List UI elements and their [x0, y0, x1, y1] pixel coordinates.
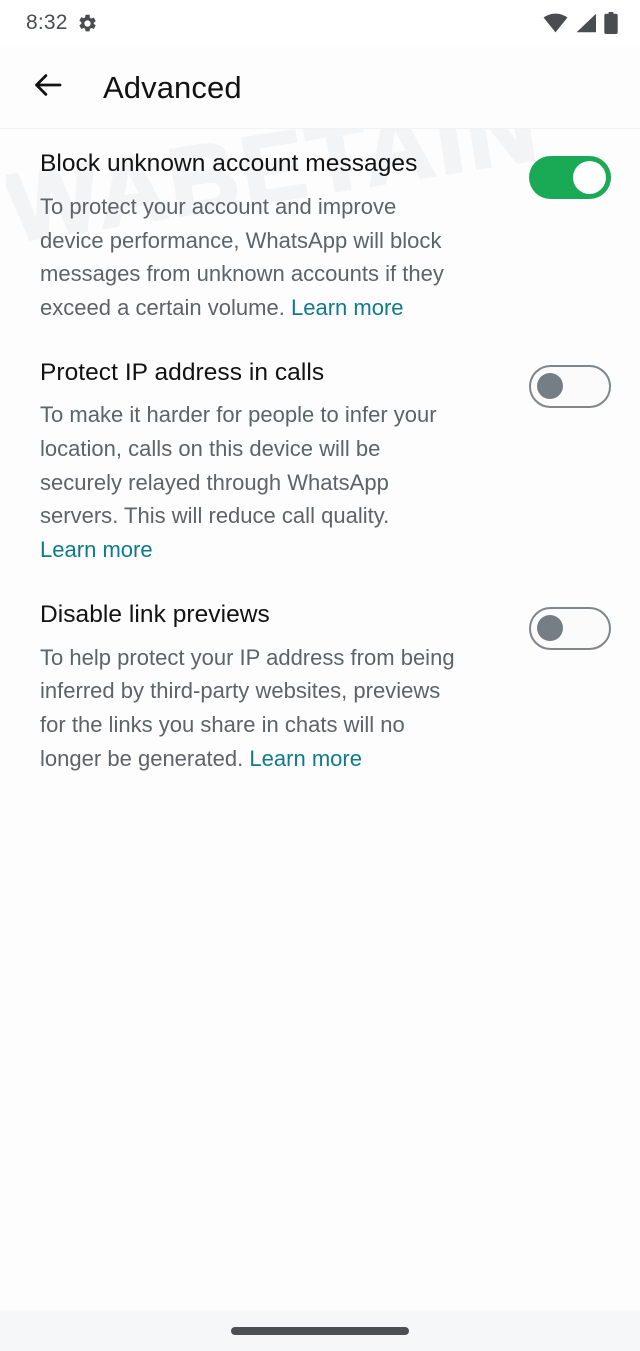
phone-screen: 8:32 Advanced WABETAINFO Block unknown a…: [0, 0, 640, 1351]
learn-more-link[interactable]: Learn more: [291, 295, 404, 320]
setting-description-text: To make it harder for people to infer yo…: [40, 402, 437, 529]
setting-description: To protect your account and improve devi…: [40, 190, 458, 325]
app-bar-divider: [0, 128, 640, 129]
back-button[interactable]: [26, 65, 70, 109]
settings-list: Block unknown account messages To protec…: [0, 129, 640, 775]
toggle-wrap-disable-link-previews: [524, 601, 616, 650]
gear-icon: [77, 13, 98, 34]
setting-title: Block unknown account messages: [40, 150, 418, 177]
toggle-block-unknown-account-messages[interactable]: [529, 156, 611, 199]
toggle-knob: [537, 614, 563, 641]
status-bar-right: [543, 12, 618, 34]
learn-more-link[interactable]: Learn more: [40, 537, 153, 562]
status-bar: 8:32: [0, 0, 640, 46]
setting-row-block-unknown-account-messages[interactable]: Block unknown account messages To protec…: [0, 129, 640, 325]
battery-icon: [604, 12, 618, 34]
status-bar-left: 8:32: [26, 12, 98, 34]
toggle-knob: [537, 372, 563, 399]
setting-text-protect-ip: Protect IP address in calls To make it h…: [40, 359, 524, 567]
status-bar-clock: 8:32: [26, 11, 68, 34]
cellular-signal-icon: [575, 13, 597, 33]
setting-text-block: Block unknown account messages To protec…: [40, 150, 524, 325]
setting-description-text: To help protect your IP address from bei…: [40, 644, 455, 771]
wifi-icon: [543, 13, 568, 33]
toggle-wrap-block: [524, 150, 616, 199]
toggle-knob: [573, 161, 606, 194]
setting-text-disable-link-previews: Disable link previews To help protect yo…: [40, 601, 524, 776]
setting-row-protect-ip-address-in-calls[interactable]: Protect IP address in calls To make it h…: [0, 325, 640, 567]
toggle-disable-link-previews[interactable]: [529, 606, 611, 650]
page-title: Advanced: [103, 69, 242, 105]
setting-title: Disable link previews: [40, 600, 270, 628]
app-bar: Advanced: [0, 46, 640, 128]
setting-description: To make it harder for people to infer yo…: [40, 398, 438, 566]
toggle-wrap-protect-ip: [524, 359, 616, 408]
arrow-left-icon: [32, 69, 64, 106]
learn-more-link[interactable]: Learn more: [249, 746, 362, 771]
setting-description: To help protect your IP address from bei…: [40, 641, 460, 776]
system-navigation-bar: [0, 1310, 640, 1351]
setting-row-disable-link-previews[interactable]: Disable link previews To help protect yo…: [0, 567, 640, 776]
toggle-protect-ip-address-in-calls[interactable]: [529, 364, 611, 408]
home-gesture-handle[interactable]: [231, 1326, 409, 1335]
setting-title: Protect IP address in calls: [40, 358, 325, 386]
